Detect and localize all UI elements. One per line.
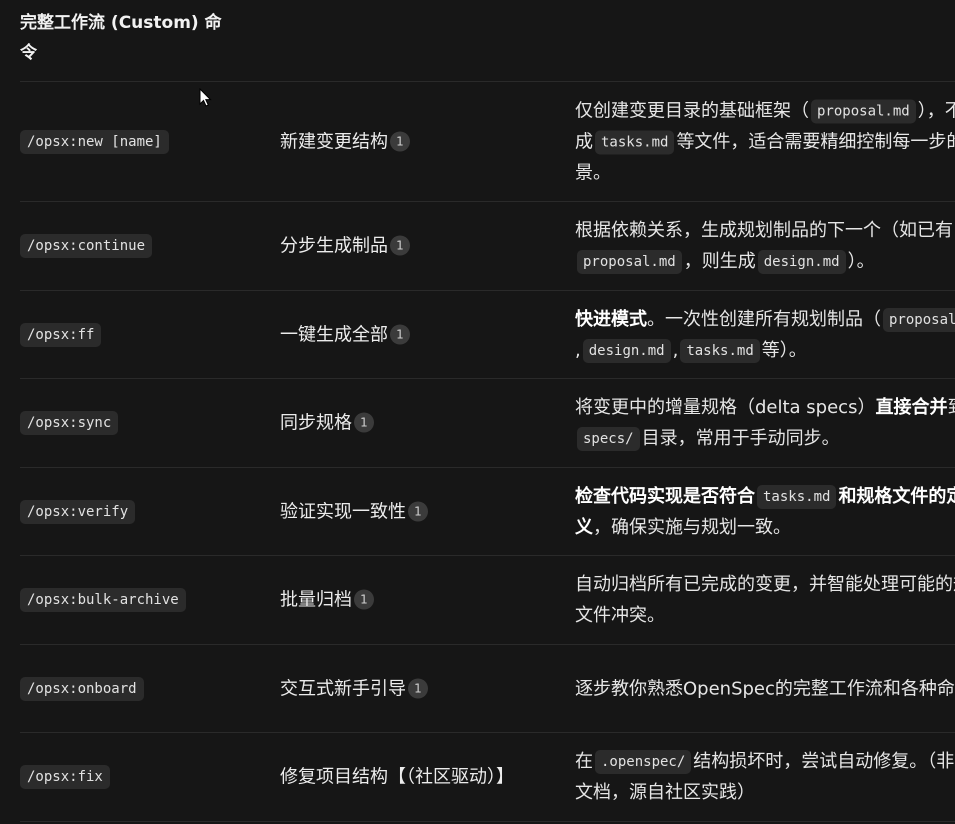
command-code[interactable]: /opsx:new [name] [20,129,169,154]
desc-bold: 检查代码实现是否符合 [575,485,755,507]
citation-badge[interactable]: 1 [354,412,374,433]
command-description: 检查代码实现是否符合 tasks.md 和规格文件的定义，确保实施与规划一致。 [575,481,955,543]
table-row: /opsx:new [name] 新建变更结构 1 仅创建变更目录的基础框架（ pr… [20,82,955,202]
desc-text: 目录，常用于手动同步。 [641,428,840,449]
command-name: 修复项目结构【（社区驱动）】 [280,762,514,793]
command-description: 将变更中的增量规格（delta specs）直接合并到主 specs/目录，常用于… [575,392,955,454]
command-name-text: 批量归档 [280,589,352,611]
command-name: 交互式新手引导 1 [280,673,505,704]
desc-text: ，则生成 [683,251,756,272]
command-name: 一键生成全部 1 [280,319,505,350]
command-code[interactable]: /opsx:fix [20,765,110,789]
table-row: /opsx:bulk-archive 批量归档 1 自动归档所有已完成的变更，并智… [20,556,955,645]
desc-text: ）。 [847,251,875,272]
command-description: 自动归档所有已完成的变更，并智能处理可能的规格文件冲突。 [575,569,955,631]
citation-badge[interactable]: 1 [408,678,428,698]
inline-code: proposal.md [577,250,682,274]
mouse-pointer-icon [199,88,212,107]
command-description: 在.openspec/结构损坏时，尝试自动修复。（非官方文档，源自社区实践） [575,746,955,808]
table-row: /opsx:verify 验证实现一致性 1 检查代码实现是否符合 tasks.md… [20,468,955,556]
table-row: /opsx:continue 分步生成制品 1 根据依赖关系，生成规划制品的下一个… [20,202,955,291]
desc-text: 。一次性创建所有规划制品（ [647,308,881,330]
desc-separator: , [575,339,581,361]
command-name: 验证实现一致性 1 [280,496,505,527]
table-row: /opsx:sync 同步规格 1 将变更中的增量规格（delta specs）直… [20,379,955,468]
command-description: 仅创建变更目录的基础框架（proposal.md），不生成tasks.md等文件… [575,95,955,188]
table-row: /opsx:fix 修复项目结构【（社区驱动）】 在 .openspec/结构损坏… [20,733,955,822]
command-name-text: 一键生成全部 [280,324,388,345]
desc-text: 根据依赖关系，生成规划制品的下一个（如已有 [575,220,953,241]
inline-code: .openspec/ [595,750,692,774]
desc-text: 自动归档所有已完成的变更，并智能处理可能的规格文件冲突。 [575,574,955,626]
desc-bold: 快进模式 [575,308,647,330]
command-code[interactable]: /opsx:verify [20,499,136,524]
table-row: /opsx:ff 一键生成全部 1 快进模式。一次性创建所有规划制品（ propos… [20,291,955,379]
command-code[interactable]: /opsx:continue [20,234,153,258]
desc-text: 等）。 [761,339,807,361]
inline-code: tasks.md [595,130,675,154]
command-name: 新建变更结构 1 [280,126,505,157]
command-code[interactable]: /opsx:ff [20,322,102,347]
desc-text: 仅创建变更目录的基础框架（ [575,100,809,121]
table-row: /opsx:onboard 交互式新手引导 1 逐步教你熟悉OpenSpec的完整… [20,645,955,733]
command-description: 逐步教你熟悉OpenSpec的完整工作流和各种命令。 [575,673,955,704]
command-code[interactable]: /opsx:onboard [20,676,144,701]
citation-badge[interactable]: 1 [390,324,410,344]
command-name-text: 验证实现一致性 [280,501,406,522]
command-name: 同步规格 1 [280,408,505,439]
command-name: 分步生成制品 1 [280,231,505,262]
desc-bold: 直接合并 [875,397,948,418]
citation-badge[interactable]: 1 [390,235,410,256]
inline-code: tasks.md [680,338,760,363]
desc-text: 将变更中的增量规格（delta specs） [575,397,876,418]
command-name-text: 新建变更结构 [280,131,388,152]
command-name-text: 分步生成制品 [280,235,388,257]
command-description: 快进模式。一次性创建所有规划制品（proposal.md,design.md,t… [575,304,955,366]
inline-code: design.md [757,250,846,274]
desc-text: 到主 [947,397,955,418]
citation-badge[interactable]: 1 [390,131,410,151]
desc-text: 在 [575,751,593,772]
command-code[interactable]: /opsx:bulk-archive [20,588,186,612]
desc-separator: , [672,339,679,361]
command-name: 批量归档 1 [280,585,505,616]
command-description: 根据依赖关系，生成规划制品的下一个（如已有 proposal.md ，则生成 desi… [575,215,955,277]
command-table: 完整工作流 (Custom) 命令 /opsx:new [name] 新建变更结… [0,0,955,824]
command-name-text: 修复项目结构【（社区驱动）】 [280,766,514,788]
inline-code: proposal.md [883,307,955,332]
citation-badge[interactable]: 1 [354,589,374,610]
command-name-text: 同步规格 [280,412,352,434]
inline-code: design.md [582,338,671,363]
citation-badge[interactable]: 1 [408,501,428,521]
command-code[interactable]: /opsx:sync [20,411,119,435]
column-header-command: 完整工作流 (Custom) 命令 [20,13,222,63]
desc-text: 逐步教你熟悉OpenSpec的完整工作流和各种命令。 [575,678,955,699]
command-name-text: 交互式新手引导 [280,678,406,699]
desc-text: ，确保实施与规划一致。 [593,516,791,538]
inline-code: proposal.md [811,99,916,123]
inline-code: specs/ [577,427,640,451]
inline-code: tasks.md [757,484,837,509]
